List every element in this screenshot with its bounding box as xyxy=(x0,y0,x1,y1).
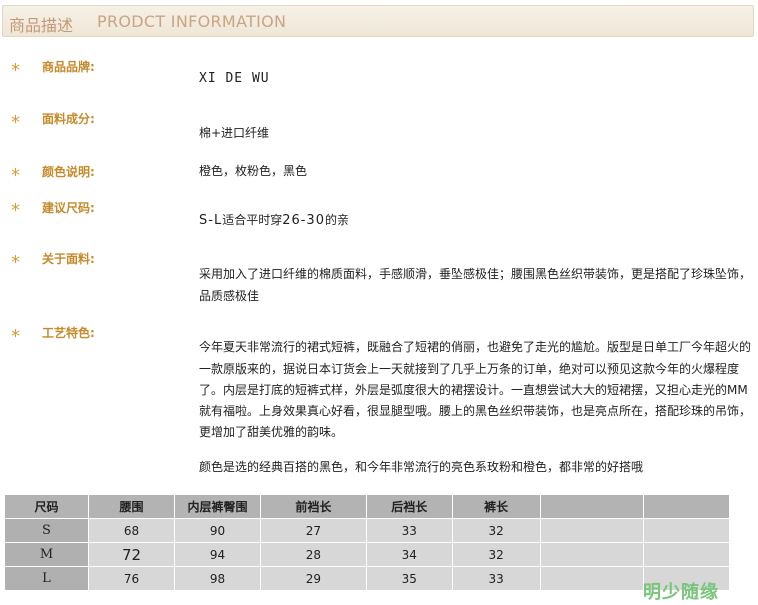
color-value: 橙色，枚粉色，黑色 xyxy=(199,164,308,178)
fabric-line-1: 采用加入了进口纤维的棉质面料，手感顺滑，垂坠感极佳；腰围黑色丝织带装饰，更是搭配… xyxy=(199,267,752,281)
col-header xyxy=(643,494,730,519)
col-header xyxy=(539,494,645,519)
table-cell: 98 xyxy=(174,566,262,591)
table-cell: 76 xyxy=(87,566,176,591)
col-header: 腰围 xyxy=(87,494,176,519)
star-icon: * xyxy=(11,60,20,81)
table-header-row: 尺码 腰围 内层裤臀围 前裆长 后裆长 裤长 xyxy=(4,494,730,519)
star-icon: * xyxy=(11,252,20,273)
size-table: 尺码 腰围 内层裤臀围 前裆长 后裆长 裤长 S 68 90 27 33 32 … xyxy=(4,494,730,591)
star-icon: * xyxy=(11,165,20,186)
table-cell: L xyxy=(4,566,89,591)
star-icon: * xyxy=(11,326,20,347)
table-cell: 34 xyxy=(365,542,453,567)
section-header: 商品描述 PRODCT INFORMATION xyxy=(2,5,754,37)
size-value: S-L适合平时穿26-30的亲 xyxy=(199,209,349,232)
col-header: 尺码 xyxy=(4,494,89,519)
material-value: 棉+进口纤维 xyxy=(199,126,270,140)
brand-label: 商品品牌: xyxy=(42,60,95,74)
size-label: 建议尺码: xyxy=(42,201,95,215)
table-cell: 32 xyxy=(451,542,541,567)
table-cell: 28 xyxy=(260,542,367,567)
size-text1: 适合平时穿 xyxy=(222,213,283,227)
craft-line-1: 今年夏天非常流行的裙式短裤，既融合了短裙的俏丽，也避免了走光的尴尬。版型是日单工… xyxy=(199,340,752,354)
fabric-label: 关于面料: xyxy=(42,252,95,266)
table-cell: 72 xyxy=(87,542,176,567)
col-header: 前裆长 xyxy=(260,494,367,519)
table-cell: 68 xyxy=(87,518,176,543)
table-row: L 76 98 29 35 33 xyxy=(4,566,730,591)
craft-line-2: 一款原版来的，据说日本订货会上一天就接到了几乎上万条的订单，绝对可以预见这款今年… xyxy=(199,362,740,376)
table-cell: 29 xyxy=(260,566,367,591)
table-row: S 68 90 27 33 32 xyxy=(4,518,730,543)
table-cell xyxy=(643,542,730,567)
table-cell xyxy=(643,518,730,543)
table-cell: 32 xyxy=(451,518,541,543)
color-label: 颜色说明: xyxy=(42,165,95,179)
brand-value: XI DE WU xyxy=(199,71,270,86)
table-cell: M xyxy=(4,542,89,567)
table-cell: 94 xyxy=(174,542,262,567)
craft-line-4: 就有福啦。上身效果真心好看，很显腿型哦。腰上的黑色丝织带装饰，也是亮点所在，搭配… xyxy=(199,404,752,418)
craft-line-5: 更增加了甜美优雅的韵味。 xyxy=(199,425,344,439)
table-cell xyxy=(539,566,645,591)
craft-label: 工艺特色: xyxy=(42,326,95,340)
waist-range: 26-30 xyxy=(282,213,325,228)
table-cell: S xyxy=(4,518,89,543)
table-cell xyxy=(539,542,645,567)
size-range: S-L xyxy=(199,213,223,228)
size-text2: 的亲 xyxy=(324,213,349,227)
table-cell: 90 xyxy=(174,518,262,543)
craft-line-3: 了。内层是打底的短裤式样，外层是弧度很大的裙摆设计。一直想尝试大大的短裙摆，又担… xyxy=(199,383,748,397)
table-cell: 33 xyxy=(365,518,453,543)
table-cell: 35 xyxy=(365,566,453,591)
star-icon: * xyxy=(11,200,20,221)
col-header: 内层裤臀围 xyxy=(174,494,262,519)
header-title-cn: 商品描述 xyxy=(9,16,74,35)
fabric-line-2: 品质感极佳 xyxy=(199,289,260,303)
star-icon: * xyxy=(11,112,20,133)
table-cell xyxy=(539,518,645,543)
col-header: 裤长 xyxy=(451,494,541,519)
table-cell: 27 xyxy=(260,518,367,543)
craft-extra: 颜色是选的经典百搭的黑色，和今年非常流行的亮色系玫粉和橙色，都非常的好搭哦 xyxy=(199,460,644,474)
table-row: M 72 94 28 34 32 xyxy=(4,542,730,567)
header-title-en: PRODCT INFORMATION xyxy=(97,12,287,31)
table-cell: 33 xyxy=(451,566,541,591)
material-label: 面料成分: xyxy=(42,112,95,126)
watermark-text: 明少随缘 xyxy=(643,582,719,603)
col-header: 后裆长 xyxy=(365,494,453,519)
